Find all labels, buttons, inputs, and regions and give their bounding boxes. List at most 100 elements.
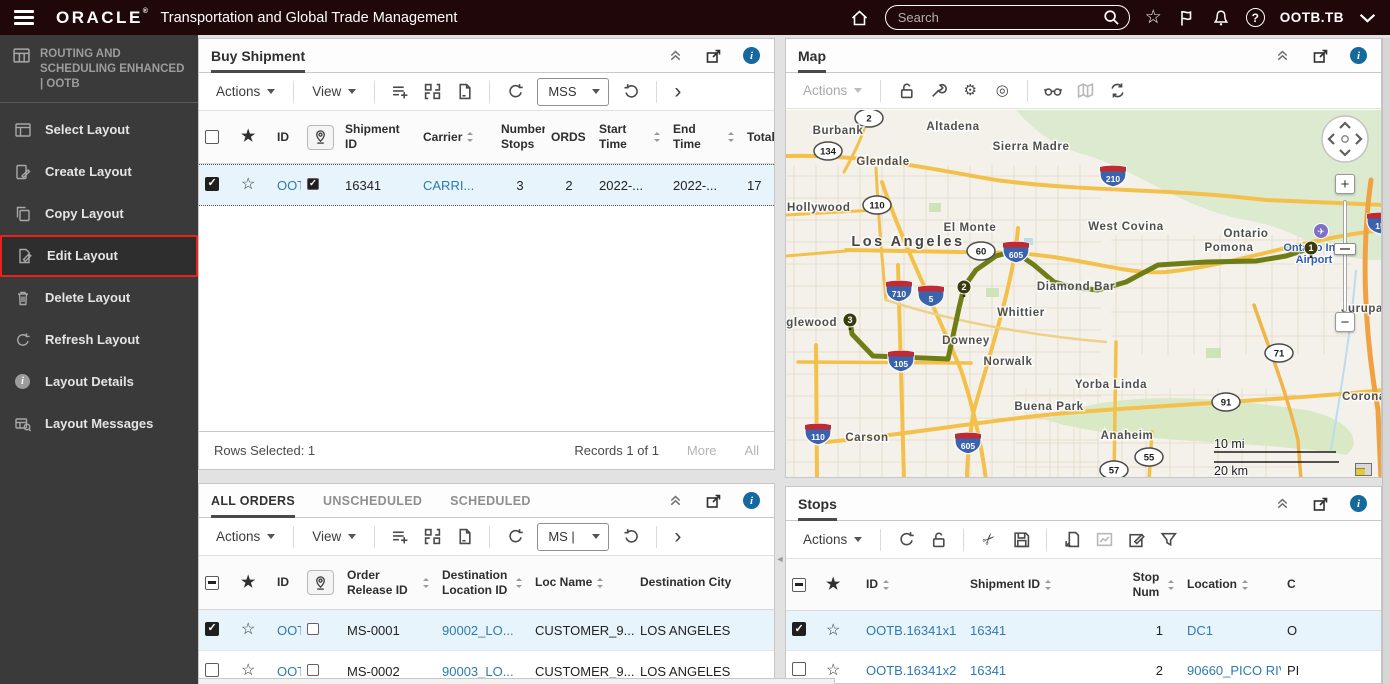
popout-icon[interactable] xyxy=(1312,496,1328,512)
arrange-icon[interactable] xyxy=(416,79,448,105)
wrench-icon[interactable] xyxy=(922,78,954,104)
edit-icon[interactable] xyxy=(1120,527,1152,553)
col-id[interactable]: ID xyxy=(860,573,964,596)
col-destination-city[interactable]: Destination City xyxy=(634,571,774,594)
map-pin-icon[interactable] xyxy=(307,570,334,595)
order-id-link[interactable]: OOTB... xyxy=(271,623,301,638)
more-chevron-icon[interactable]: › xyxy=(666,81,689,102)
more-button[interactable]: More xyxy=(687,443,717,458)
favorite-star-icon[interactable]: ☆ xyxy=(241,177,255,193)
saved-search-select[interactable]: MS | xyxy=(537,522,610,551)
help-icon[interactable]: ? xyxy=(1245,8,1265,27)
sidebar-item-layout-details[interactable]: i Layout Details xyxy=(0,361,198,403)
location-link[interactable]: DC1 xyxy=(1181,623,1281,638)
tab-unscheduled[interactable]: UNSCHEDULED xyxy=(323,484,422,517)
add-list-icon[interactable] xyxy=(384,79,416,105)
col-end-time[interactable]: End Time xyxy=(667,118,741,156)
actions-button[interactable]: Actions xyxy=(794,83,871,98)
reload-icon[interactable] xyxy=(615,524,647,550)
map-pin-icon[interactable] xyxy=(307,124,334,150)
chart-icon[interactable] xyxy=(1088,527,1120,553)
favorite-column-icon[interactable]: ★ xyxy=(826,576,840,593)
actions-button[interactable]: Actions xyxy=(794,532,871,547)
map-layers-icon[interactable] xyxy=(1069,78,1101,104)
order-row[interactable]: ☆ OOTB... MS-0001 90002_LO... CUSTOMER_9… xyxy=(199,610,774,651)
col-number-stops[interactable]: Number Stops xyxy=(495,118,545,156)
menu-icon[interactable] xyxy=(14,10,34,25)
shipment-id-link[interactable]: 16341 xyxy=(964,663,1065,678)
select-all-checkbox[interactable] xyxy=(205,575,219,590)
row-checkbox[interactable] xyxy=(792,662,806,676)
collapse-panel-icon[interactable] xyxy=(668,493,683,508)
carrier-link[interactable]: CARRI... xyxy=(417,178,495,193)
refresh-icon[interactable] xyxy=(890,527,922,553)
select-all-checkbox[interactable] xyxy=(205,130,219,144)
order-id-link[interactable]: OOTB... xyxy=(271,664,301,679)
destination-location-link[interactable]: 90003_LO... xyxy=(436,664,529,679)
col-order-release-id[interactable]: Order Release ID xyxy=(341,564,436,602)
pin-checkbox[interactable] xyxy=(307,177,319,190)
stop-id-link[interactable]: OOTB.16341x1 xyxy=(860,623,964,638)
sidebar-item-create-layout[interactable]: Create Layout xyxy=(0,151,198,193)
col-shipment-id[interactable]: Shipment ID xyxy=(339,118,417,156)
collapse-panel-icon[interactable] xyxy=(1275,496,1290,511)
notifications-bell-icon[interactable] xyxy=(1211,8,1231,28)
col-carrier[interactable]: Carrier xyxy=(417,126,495,149)
settings-gear-icon[interactable]: ⚙ xyxy=(954,78,986,104)
zoom-slider-thumb[interactable] xyxy=(1334,243,1356,255)
sidebar-item-select-layout[interactable]: Select Layout xyxy=(0,109,198,151)
more-chevron-icon[interactable]: › xyxy=(666,526,689,547)
pin-checkbox[interactable] xyxy=(307,663,319,676)
favorites-star-icon[interactable]: ☆ xyxy=(1145,8,1162,27)
favorite-star-icon[interactable]: ☆ xyxy=(241,663,255,679)
col-total-actual-cost[interactable]: Total Actual Cost xyxy=(741,126,774,149)
overview-map-toggle[interactable] xyxy=(1355,463,1372,476)
document-icon[interactable] xyxy=(448,79,480,105)
unlock-icon[interactable] xyxy=(922,527,954,553)
collapse-panel-icon[interactable] xyxy=(1275,48,1290,63)
reload-icon[interactable] xyxy=(615,79,647,105)
target-icon[interactable]: ◎ xyxy=(986,78,1018,104)
info-icon[interactable]: i xyxy=(1350,495,1367,512)
pin-checkbox[interactable] xyxy=(307,622,319,635)
unlock-icon[interactable] xyxy=(890,78,922,104)
stop-row[interactable]: ☆ OOTB.16341x2 16341 2 90660_PICO RIVERA… xyxy=(786,651,1381,683)
search-icon[interactable] xyxy=(1103,9,1120,26)
sidebar-item-copy-layout[interactable]: Copy Layout xyxy=(0,193,198,235)
shipment-id-link[interactable]: OOTB... xyxy=(271,178,301,193)
col-destination-location-id[interactable]: Destination Location ID xyxy=(436,564,529,602)
sync-icon[interactable] xyxy=(1101,78,1133,104)
add-list-icon[interactable] xyxy=(384,524,416,550)
search-box[interactable] xyxy=(884,5,1130,30)
favorite-column-icon[interactable]: ★ xyxy=(241,129,255,145)
col-id[interactable]: ID xyxy=(271,126,301,149)
saved-search-select[interactable]: MSS xyxy=(537,77,610,106)
info-icon[interactable]: i xyxy=(743,47,760,64)
actions-button[interactable]: Actions xyxy=(207,84,284,99)
export-icon[interactable] xyxy=(1056,527,1088,553)
zoom-in-button[interactable]: + xyxy=(1335,174,1355,194)
document-icon[interactable] xyxy=(448,524,480,550)
col-ords[interactable]: ORDS xyxy=(545,126,593,149)
info-icon[interactable]: i xyxy=(1350,47,1367,64)
col-stop-num[interactable]: Stop Num xyxy=(1065,566,1181,604)
sidebar-item-refresh-layout[interactable]: Refresh Layout xyxy=(0,319,198,361)
map-compass-control[interactable] xyxy=(1319,113,1371,165)
flag-icon[interactable] xyxy=(1177,8,1196,28)
col-c[interactable]: C xyxy=(1281,573,1381,596)
location-link[interactable]: 90660_PICO RIVERA xyxy=(1181,663,1281,678)
row-checkbox[interactable] xyxy=(792,622,806,636)
col-start-time[interactable]: Start Time xyxy=(593,118,667,156)
favorite-star-icon[interactable]: ☆ xyxy=(826,623,840,639)
col-id[interactable]: ID xyxy=(271,571,301,594)
shipment-row[interactable]: ☆ OOTB... 16341 CARRI... 3 2 2022-... 20… xyxy=(199,164,774,206)
stop-row[interactable]: ☆ OOTB.16341x1 16341 1 DC1 O xyxy=(786,611,1381,651)
sidebar-item-delete-layout[interactable]: Delete Layout xyxy=(0,277,198,319)
row-checkbox[interactable] xyxy=(205,662,219,677)
glasses-icon[interactable] xyxy=(1037,78,1069,104)
col-loc-name[interactable]: Loc Name xyxy=(529,571,634,594)
destination-location-link[interactable]: 90002_LO... xyxy=(436,623,529,638)
tab-scheduled[interactable]: SCHEDULED xyxy=(450,484,530,517)
favorite-star-icon[interactable]: ☆ xyxy=(241,622,255,638)
info-icon[interactable]: i xyxy=(743,492,760,509)
